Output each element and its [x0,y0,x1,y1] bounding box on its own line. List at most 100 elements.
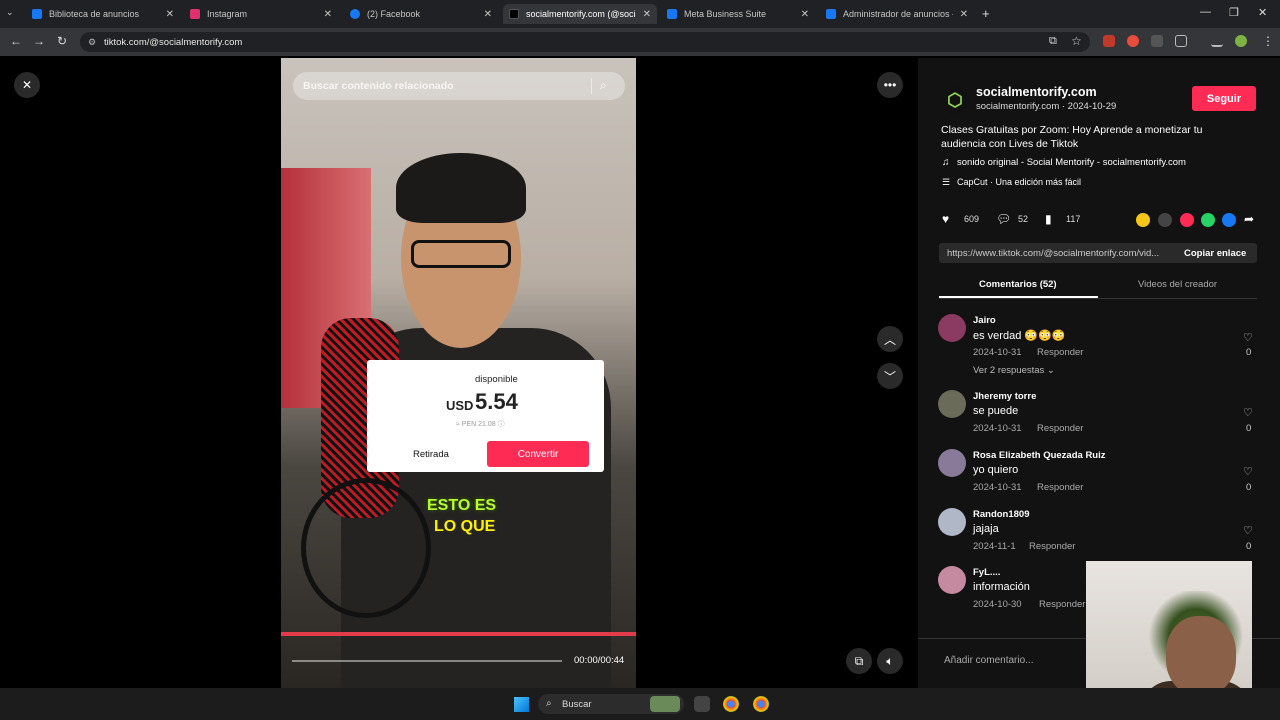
comment-avatar[interactable] [938,314,966,342]
minimize-icon[interactable]: — [1200,6,1211,18]
extension-icon[interactable] [1127,35,1139,47]
balance-amount: 5.54 [475,389,518,414]
comment-avatar[interactable] [938,449,966,477]
comment-date: 2024-10-31 [973,347,1022,358]
comment-like-icon[interactable]: ♡ [1243,465,1253,478]
reply-button[interactable]: Responder [1039,599,1085,610]
author-avatar[interactable]: ⬡ [941,86,969,114]
follow-button[interactable]: Seguir [1192,86,1256,111]
capcut-icon: ☰ [942,177,951,187]
menu-kebab-icon[interactable]: ⋮ [1262,34,1274,48]
tab-biblioteca[interactable]: Biblioteca de anuncios ✕ [26,4,180,24]
share-arrow-icon[interactable]: ➦ [1244,212,1254,226]
reading-list-icon[interactable] [1211,35,1223,47]
chrome-icon[interactable] [723,696,739,712]
comment-text: se puede [973,405,1019,417]
comment-author[interactable]: Jairo [973,315,996,326]
tab-instagram[interactable]: Instagram ✕ [184,4,338,24]
comment-like-count: 0 [1246,482,1252,493]
url-text[interactable]: tiktok.com/@socialmentorify.com [104,37,242,48]
more-options-icon[interactable]: ••• [877,72,903,98]
comment-author[interactable]: Rosa Elizabeth Quezada Ruiz [973,450,1106,461]
embed-icon[interactable] [1158,213,1172,227]
reply-button[interactable]: Responder [1037,482,1083,493]
bookmark-star-icon[interactable]: ☆ [1071,34,1082,48]
previous-video-icon[interactable]: ︿ [877,326,903,352]
balance-title: disponible [475,374,518,385]
close-video-icon[interactable]: ✕ [14,72,40,98]
bookmark-icon[interactable]: ▮ [1045,212,1052,226]
forward-icon[interactable]: → [33,34,45,48]
comment-bubble-icon[interactable]: 💬︎ [996,212,1011,226]
comment-author[interactable]: Jheremy torre [973,391,1036,402]
close-tab-icon[interactable]: ✕ [324,9,332,20]
capcut-link[interactable]: CapCut · Una edición más fácil [957,177,1081,187]
comment-like-icon[interactable]: ♡ [1243,331,1253,344]
video-progress-bar[interactable] [292,660,562,662]
comment-date: 2024-11-1 [973,541,1016,552]
tab-separator [939,298,1257,299]
close-tab-icon[interactable]: ✕ [484,9,492,20]
view-replies-button[interactable]: Ver 2 respuestas ⌄ [973,365,1055,376]
close-tab-icon[interactable]: ✕ [801,9,809,20]
tab-tiktok[interactable]: socialmentorify.com (@socialm ✕ [503,4,657,24]
reply-button[interactable]: Responder [1037,347,1083,358]
reply-button[interactable]: Responder [1029,541,1075,552]
install-app-icon[interactable]: ⧉ [1049,35,1057,48]
back-icon[interactable]: ← [10,34,22,48]
close-window-icon[interactable]: ✕ [1258,6,1267,19]
close-tab-icon[interactable]: ✕ [960,9,968,20]
repost-icon[interactable] [1136,213,1150,227]
related-search-placeholder: Buscar contenido relacionado [303,80,454,92]
windows-start-icon[interactable] [514,697,529,712]
chrome-profile-icon[interactable] [753,696,769,712]
floating-player-icon[interactable]: ⧉ [846,648,872,674]
instagram-icon [190,9,200,19]
new-tab-button[interactable]: + [982,6,990,21]
tab-creator-videos[interactable]: Videos del creador [1138,279,1217,290]
reply-button[interactable]: Responder [1037,423,1083,434]
comment-author[interactable]: FyL.... [973,567,1000,578]
sound-link[interactable]: sonido original - Social Mentorify - soc… [957,157,1186,168]
comment-text: información [973,581,1030,593]
task-view-icon[interactable] [694,696,710,712]
comment-avatar[interactable] [938,508,966,536]
tab-facebook[interactable]: (2) Facebook ✕ [344,4,498,24]
site-info-icon[interactable]: ⚙ [88,37,96,48]
next-video-icon[interactable]: ﹀ [877,363,903,389]
add-comment-input[interactable]: Añadir comentario... [944,655,1034,666]
tab-ads-manager[interactable]: Administrador de anuncios - A ✕ [820,4,974,24]
tab-label: Instagram [207,9,248,19]
comment-avatar[interactable] [938,566,966,594]
puzzle-extensions-icon[interactable] [1175,35,1187,47]
close-tab-icon[interactable]: ✕ [643,9,651,20]
comment-like-icon[interactable]: ♡ [1243,406,1253,419]
tab-search-chevron-icon[interactable]: ⌄ [6,7,14,18]
profile-avatar[interactable] [1235,35,1247,47]
tab-label: Biblioteca de anuncios [49,9,140,19]
taskbar-search-label: Buscar [562,699,592,710]
whatsapp-icon[interactable] [1201,213,1215,227]
withdraw-button: Retirada [413,449,449,460]
send-icon[interactable] [1180,213,1194,227]
tab-meta-business[interactable]: Meta Business Suite ✕ [661,4,815,24]
copy-link-button[interactable]: Copiar enlace [1184,248,1246,259]
author-name[interactable]: socialmentorify.com [976,85,1097,99]
close-tab-icon[interactable]: ✕ [166,9,174,20]
search-icon[interactable]: ⌕ [600,78,607,93]
tab-comments[interactable]: Comentarios (52) [979,279,1057,290]
extension-icon[interactable] [1103,35,1115,47]
extension-icon[interactable] [1151,35,1163,47]
video-caption-line1: ESTO ES [427,497,497,514]
volume-icon[interactable]: 🔈︎ [877,648,903,674]
restore-icon[interactable]: ❐ [1229,6,1239,19]
balance-pen: ≈ PEN 21.08 ⓘ [456,421,505,428]
comment-like-icon[interactable]: ♡ [1243,524,1253,537]
comment-text: es verdad 😳😳😳 [973,330,1066,342]
like-heart-icon[interactable]: ♥ [942,212,949,226]
active-tab-indicator [939,296,1098,298]
comment-author[interactable]: Randon1809 [973,509,1030,520]
comment-avatar[interactable] [938,390,966,418]
reload-icon[interactable]: ↻ [57,34,67,48]
facebook-share-icon[interactable] [1222,213,1236,227]
